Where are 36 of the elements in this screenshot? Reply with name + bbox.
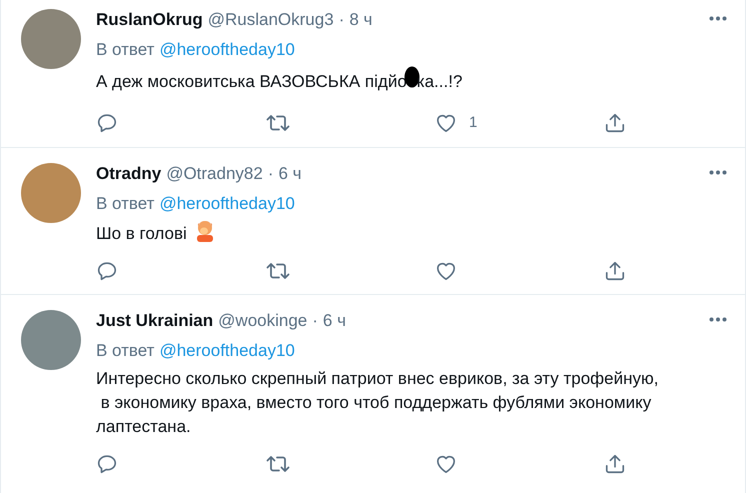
user-handle[interactable]: @wookinge xyxy=(218,308,308,332)
heart-icon[interactable] xyxy=(435,454,457,474)
tweet-text: А деж московитська ВАЗОВСЬКА підйо xyxy=(96,71,407,93)
tweet-time[interactable]: 6 ч xyxy=(278,162,302,186)
facepalm-emoji-icon xyxy=(194,220,215,242)
reply-label: В ответ xyxy=(96,340,154,362)
separator-dot: · xyxy=(268,162,274,184)
share-icon[interactable] xyxy=(604,112,626,134)
mention-link[interactable]: @herooftheday10 xyxy=(159,338,295,362)
tweet-text: Шо в голові xyxy=(96,220,215,246)
share-icon[interactable] xyxy=(604,260,626,282)
tweet-time[interactable]: 8 ч xyxy=(349,8,372,32)
reply-label: В ответ xyxy=(96,39,154,61)
tweet-text: Интересно сколько скрепный патриот внес евриков, за эту трофейную, в экономику враха, вместо того чтоб поддержать фублями экономику лаптестана. xyxy=(96,368,660,438)
separator-dot: · xyxy=(338,9,344,31)
tweet-time[interactable]: 6 ч xyxy=(322,308,346,332)
user-handle[interactable]: @Otradny82 xyxy=(166,162,263,186)
mention-link[interactable]: @herooftheday10 xyxy=(159,192,295,216)
user-name[interactable]: RuslanOkrug xyxy=(96,8,203,32)
reply-icon[interactable] xyxy=(96,112,118,134)
tweet-text: ка...!? xyxy=(416,71,462,93)
heart-icon[interactable] xyxy=(435,260,457,280)
heart-icon[interactable] xyxy=(435,113,457,134)
more-options-icon[interactable] xyxy=(709,170,727,174)
user-handle[interactable]: @RuslanOkrug3 xyxy=(208,8,334,32)
separator-dot: · xyxy=(312,310,318,332)
user-name[interactable]: Just Ukrainian xyxy=(96,308,214,332)
more-options-icon[interactable] xyxy=(709,16,727,21)
like-count: 1 xyxy=(469,113,478,133)
mention-link[interactable]: @herooftheday10 xyxy=(159,38,295,62)
reply-icon[interactable] xyxy=(96,260,118,282)
reply-label: В ответ xyxy=(96,192,154,214)
user-name[interactable]: Otradny xyxy=(96,162,162,186)
share-icon[interactable] xyxy=(604,452,626,474)
more-options-icon[interactable] xyxy=(709,316,727,322)
reply-icon[interactable] xyxy=(96,452,118,474)
